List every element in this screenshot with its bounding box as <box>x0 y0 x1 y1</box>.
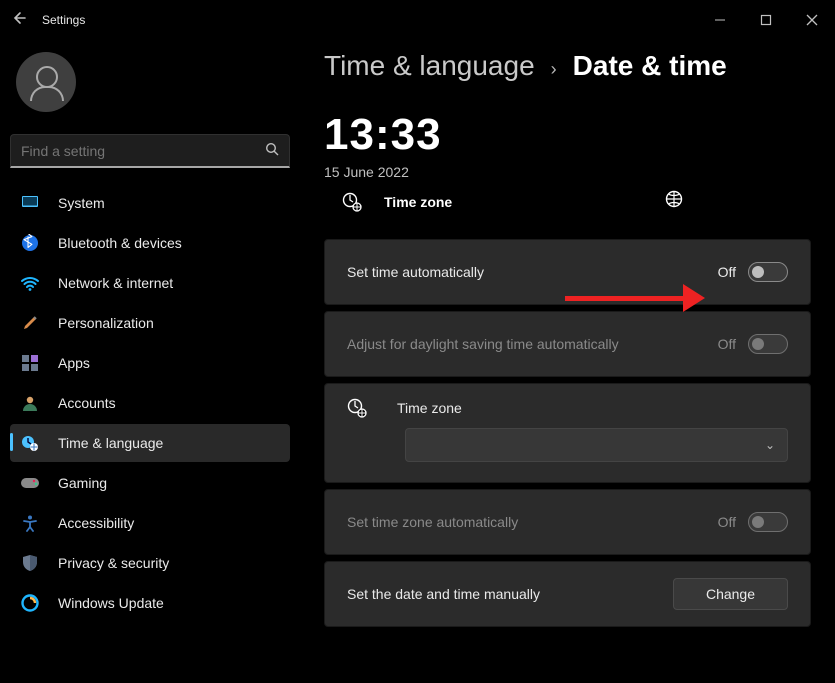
timezone-label: Time zone <box>384 194 452 210</box>
nav-label: Time & language <box>58 435 163 451</box>
card-timezone: Time zone ⌄ <box>324 383 811 483</box>
card-dst-auto: Adjust for daylight saving time automati… <box>324 311 811 377</box>
wifi-icon <box>20 273 40 293</box>
row-label: Set time automatically <box>347 264 484 280</box>
nav-label: System <box>58 195 105 211</box>
breadcrumb-current: Date & time <box>573 50 727 82</box>
nav-system[interactable]: System <box>10 184 290 222</box>
search-icon <box>265 142 279 159</box>
nav-label: Accessibility <box>58 515 134 531</box>
nav-label: Network & internet <box>58 275 173 291</box>
nav-label: Accounts <box>58 395 116 411</box>
card-manual-datetime: Set the date and time manually Change <box>324 561 811 627</box>
window-title: Settings <box>42 13 85 27</box>
set-time-auto-toggle[interactable] <box>748 262 788 282</box>
nav-label: Gaming <box>58 475 107 491</box>
close-button[interactable] <box>789 0 835 40</box>
bluetooth-icon <box>20 233 40 253</box>
nav-personalization[interactable]: Personalization <box>10 304 290 342</box>
change-button[interactable]: Change <box>673 578 788 610</box>
card-set-time-auto: Set time automatically Off <box>324 239 811 305</box>
arrow-left-icon <box>12 10 28 26</box>
back-button[interactable] <box>12 10 28 31</box>
brush-icon <box>20 313 40 333</box>
dst-auto-toggle <box>748 334 788 354</box>
clock-globe-icon <box>342 192 362 212</box>
maximize-button[interactable] <box>743 0 789 40</box>
timezone-card-label: Time zone <box>397 400 462 416</box>
nav-label: Personalization <box>58 315 154 331</box>
accessibility-icon <box>20 513 40 533</box>
nav-label: Bluetooth & devices <box>58 235 182 251</box>
toggle-state: Off <box>718 336 736 352</box>
timezone-summary: Time zone <box>324 186 811 217</box>
nav-time-language[interactable]: Time & language <box>10 424 290 462</box>
set-tz-auto-toggle <box>748 512 788 532</box>
row-label: Set time zone automatically <box>347 514 518 530</box>
nav-list: System Bluetooth & devices Network & int… <box>10 184 290 622</box>
nav-apps[interactable]: Apps <box>10 344 290 382</box>
clock-globe-icon <box>347 398 367 418</box>
row-label: Adjust for daylight saving time automati… <box>347 336 619 352</box>
nav-bluetooth[interactable]: Bluetooth & devices <box>10 224 290 262</box>
minimize-icon <box>714 14 726 26</box>
timezone-select[interactable]: ⌄ <box>405 428 788 462</box>
close-icon <box>806 14 818 26</box>
nav-label: Windows Update <box>58 595 164 611</box>
nav-privacy[interactable]: Privacy & security <box>10 544 290 582</box>
minimize-button[interactable] <box>697 0 743 40</box>
nav-windows-update[interactable]: Windows Update <box>10 584 290 622</box>
globe-icon <box>665 190 683 213</box>
search-field[interactable] <box>10 134 290 168</box>
apps-icon <box>20 353 40 373</box>
shield-icon <box>20 553 40 573</box>
nav-accounts[interactable]: Accounts <box>10 384 290 422</box>
nav-label: Apps <box>58 355 90 371</box>
sidebar: System Bluetooth & devices Network & int… <box>0 40 300 683</box>
toggle-state: Off <box>718 514 736 530</box>
gamepad-icon <box>20 473 40 493</box>
breadcrumb: Time & language › Date & time <box>324 50 811 82</box>
chevron-right-icon: › <box>551 59 557 80</box>
card-set-tz-auto: Set time zone automatically Off <box>324 489 811 555</box>
maximize-icon <box>760 14 772 26</box>
titlebar: Settings <box>0 0 835 40</box>
update-icon <box>20 593 40 613</box>
current-date: 15 June 2022 <box>324 164 811 180</box>
chevron-down-icon: ⌄ <box>765 438 775 452</box>
breadcrumb-parent[interactable]: Time & language <box>324 50 535 82</box>
nav-network[interactable]: Network & internet <box>10 264 290 302</box>
nav-gaming[interactable]: Gaming <box>10 464 290 502</box>
row-label: Set the date and time manually <box>347 586 540 602</box>
toggle-state: Off <box>718 264 736 280</box>
search-input[interactable] <box>21 143 265 159</box>
content: Time & language › Date & time 13:33 15 J… <box>300 40 835 683</box>
user-icon <box>20 393 40 413</box>
nav-label: Privacy & security <box>58 555 169 571</box>
current-time: 13:33 <box>324 110 811 160</box>
clock-globe-icon <box>20 433 40 453</box>
nav-accessibility[interactable]: Accessibility <box>10 504 290 542</box>
avatar[interactable] <box>16 52 76 112</box>
monitor-icon <box>20 193 40 213</box>
